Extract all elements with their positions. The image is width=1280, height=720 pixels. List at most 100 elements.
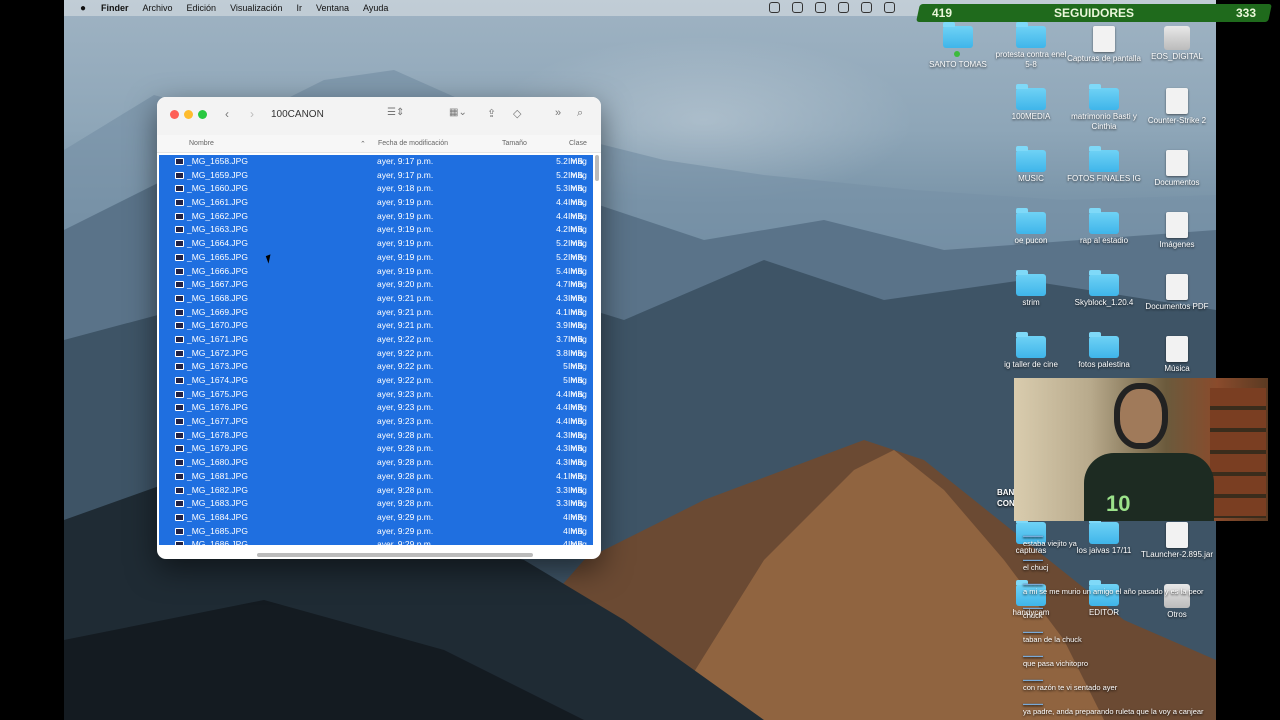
- file-row[interactable]: _MG_1667.JPG ayer, 9:20 p.m. 4.7 MB Imag: [159, 278, 593, 292]
- desktop-icon[interactable]: Imágenes: [1137, 212, 1216, 250]
- file-kind: Imag: [568, 539, 587, 545]
- menu-archivo[interactable]: Archivo: [143, 3, 173, 13]
- menu-edicion[interactable]: Edición: [187, 3, 217, 13]
- status-app-icon[interactable]: [769, 2, 780, 13]
- desktop-icon[interactable]: FOTOS FINALES IG: [1064, 146, 1144, 184]
- file-row[interactable]: _MG_1678.JPG ayer, 9:28 p.m. 4.3 MB Imag: [159, 428, 593, 443]
- back-icon[interactable]: ‹: [225, 107, 229, 121]
- status-icons: [769, 2, 895, 13]
- file-row[interactable]: _MG_1660.JPG ayer, 9:18 p.m. 5.3 MB Imag: [159, 182, 593, 197]
- file-name: _MG_1675.JPG: [187, 388, 248, 399]
- cloud-icon[interactable]: [792, 2, 803, 13]
- play-icon[interactable]: [861, 2, 872, 13]
- file-row[interactable]: _MG_1664.JPG ayer, 9:19 p.m. 5.2 MB Imag: [159, 237, 593, 251]
- file-row[interactable]: _MG_1686.JPG ayer, 9:29 p.m. 4 MB Imag: [159, 538, 593, 545]
- desktop-icon[interactable]: Counter-Strike 2: [1137, 88, 1216, 126]
- image-file-icon: [175, 363, 184, 371]
- desktop-icon[interactable]: Música: [1137, 336, 1216, 374]
- file-row[interactable]: _MG_1675.JPG ayer, 9:23 p.m. 4.4 MB Imag: [159, 387, 593, 402]
- file-row[interactable]: _MG_1682.JPG ayer, 9:28 p.m. 3.3 MB Imag: [159, 483, 593, 498]
- file-kind: Imag: [568, 416, 587, 427]
- chat-text: el chucj: [1023, 563, 1049, 572]
- menu-ventana[interactable]: Ventana: [316, 3, 349, 13]
- tag-icon[interactable]: ◇: [513, 107, 521, 120]
- chat-text: chuck: [1023, 611, 1043, 620]
- desktop-icon[interactable]: protesta contra enel 5-8: [991, 22, 1071, 70]
- desktop-icon[interactable]: rap al estadio: [1064, 208, 1144, 246]
- column-kind[interactable]: Clase: [569, 140, 587, 147]
- image-file-icon: [175, 158, 184, 165]
- folder-icon: [1089, 208, 1119, 234]
- file-name: _MG_1676.JPG: [187, 402, 248, 413]
- file-row[interactable]: _MG_1665.JPG ayer, 9:19 p.m. 5.2 MB Imag: [159, 250, 593, 265]
- file-row[interactable]: _MG_1683.JPG ayer, 9:28 p.m. 3.3 MB Imag: [159, 497, 593, 511]
- file-row[interactable]: _MG_1659.JPG ayer, 9:17 p.m. 5.2 MB Imag: [159, 168, 593, 183]
- file-kind: Imag: [568, 224, 587, 235]
- desktop-icon[interactable]: strim: [991, 270, 1071, 308]
- search-icon[interactable]: ⌕: [577, 107, 583, 120]
- file-row[interactable]: _MG_1676.JPG ayer, 9:23 p.m. 4.4 MB Imag: [159, 401, 593, 416]
- folder-icon: [1089, 332, 1119, 358]
- file-row[interactable]: _MG_1684.JPG ayer, 9:29 p.m. 4 MB Imag: [159, 510, 593, 525]
- file-row[interactable]: _MG_1680.JPG ayer, 9:28 p.m. 4.3 MB Imag: [159, 456, 593, 470]
- file-row[interactable]: _MG_1679.JPG ayer, 9:28 p.m. 4.3 MB Imag: [159, 442, 593, 457]
- chat-message: ▬▬▬▬▬ estaba viejito ya: [1023, 533, 1263, 548]
- file-row[interactable]: _MG_1668.JPG ayer, 9:21 p.m. 4.3 MB Imag: [159, 291, 593, 306]
- file-row[interactable]: _MG_1674.JPG ayer, 9:22 p.m. 5 MB Imag: [159, 374, 593, 388]
- file-row[interactable]: _MG_1681.JPG ayer, 9:28 p.m. 4.1 MB Imag: [159, 469, 593, 484]
- vertical-scrollbar[interactable]: [595, 155, 599, 181]
- window-icon[interactable]: [884, 2, 895, 13]
- desktop-icon[interactable]: oe pucon: [991, 208, 1071, 246]
- desktop-icon-label: strim: [1022, 298, 1040, 307]
- chat-text: a mi se me murio un amigo el año pasado …: [1023, 587, 1204, 596]
- apple-icon[interactable]: ●: [77, 2, 89, 14]
- desktop-icon[interactable]: Documentos PDF: [1137, 274, 1216, 312]
- close-button[interactable]: [170, 110, 179, 119]
- column-name[interactable]: Nombre: [189, 140, 214, 147]
- file-row[interactable]: _MG_1666.JPG ayer, 9:19 p.m. 5.4 MB Imag: [159, 264, 593, 279]
- file-row[interactable]: _MG_1671.JPG ayer, 9:22 p.m. 3.7 MB Imag: [159, 332, 593, 347]
- share-icon[interactable]: ⇪: [487, 107, 496, 120]
- desktop-icon[interactable]: matrimonio Basti y Cinthia: [1064, 84, 1144, 132]
- menu-ir[interactable]: Ir: [296, 3, 302, 13]
- file-date: ayer, 9:22 p.m.: [377, 375, 434, 385]
- file-row[interactable]: _MG_1669.JPG ayer, 9:21 p.m. 4.1 MB Imag: [159, 305, 593, 320]
- desktop-icon[interactable]: EOS_DIGITAL: [1137, 26, 1216, 62]
- file-kind: Imag: [568, 306, 587, 317]
- file-row[interactable]: _MG_1661.JPG ayer, 9:19 p.m. 4.4 MB Imag: [159, 196, 593, 210]
- zoom-button[interactable]: [198, 110, 207, 119]
- column-date[interactable]: Fecha de modificación: [378, 140, 448, 147]
- display-icon[interactable]: [815, 2, 826, 13]
- more-icon[interactable]: »: [555, 107, 561, 119]
- file-row[interactable]: _MG_1677.JPG ayer, 9:23 p.m. 4.4 MB Imag: [159, 415, 593, 429]
- menu-ayuda[interactable]: Ayuda: [363, 3, 388, 13]
- forward-icon[interactable]: ›: [250, 107, 254, 121]
- headphones-icon[interactable]: [838, 2, 849, 13]
- menu-visualizacion[interactable]: Visualización: [230, 3, 282, 13]
- desktop-icon[interactable]: SANTO TOMAS: [918, 22, 998, 70]
- horizontal-scrollbar[interactable]: [257, 553, 533, 557]
- file-row[interactable]: _MG_1672.JPG ayer, 9:22 p.m. 3.8 MB Imag: [159, 346, 593, 361]
- file-date: ayer, 9:19 p.m.: [377, 210, 434, 221]
- group-icon[interactable]: ▦⌄: [449, 107, 467, 118]
- file-row[interactable]: _MG_1685.JPG ayer, 9:29 p.m. 4 MB Imag: [159, 524, 593, 539]
- desktop-icon[interactable]: ig taller de cine: [991, 332, 1071, 370]
- desktop-icon[interactable]: Capturas de pantalla: [1064, 26, 1144, 64]
- desktop-icon[interactable]: fotos palestina: [1064, 332, 1144, 370]
- file-row[interactable]: _MG_1670.JPG ayer, 9:21 p.m. 3.9 MB Imag: [159, 319, 593, 333]
- minimize-button[interactable]: [184, 110, 193, 119]
- desktop-icon[interactable]: 100MEDIA: [991, 84, 1071, 122]
- list-view-icon[interactable]: ☰⇕: [387, 107, 404, 118]
- column-size[interactable]: Tamaño: [502, 140, 527, 147]
- file-row[interactable]: _MG_1663.JPG ayer, 9:19 p.m. 4.2 MB Imag: [159, 223, 593, 238]
- file-name: _MG_1671.JPG: [187, 333, 248, 344]
- desktop-icon[interactable]: Skyblock_1.20.4: [1064, 270, 1144, 308]
- image-file-icon: [175, 253, 184, 261]
- file-row[interactable]: _MG_1662.JPG ayer, 9:19 p.m. 4.4 MB Imag: [159, 209, 593, 224]
- desktop-icon[interactable]: Documentos: [1137, 150, 1216, 188]
- file-row[interactable]: _MG_1658.JPG ayer, 9:17 p.m. 5.2 MB Imag: [159, 155, 593, 169]
- menu-finder[interactable]: Finder: [101, 3, 129, 13]
- desktop-icon[interactable]: MUSIC: [991, 146, 1071, 184]
- file-name: _MG_1669.JPG: [187, 306, 248, 317]
- file-row[interactable]: _MG_1673.JPG ayer, 9:22 p.m. 5 MB Imag: [159, 360, 593, 374]
